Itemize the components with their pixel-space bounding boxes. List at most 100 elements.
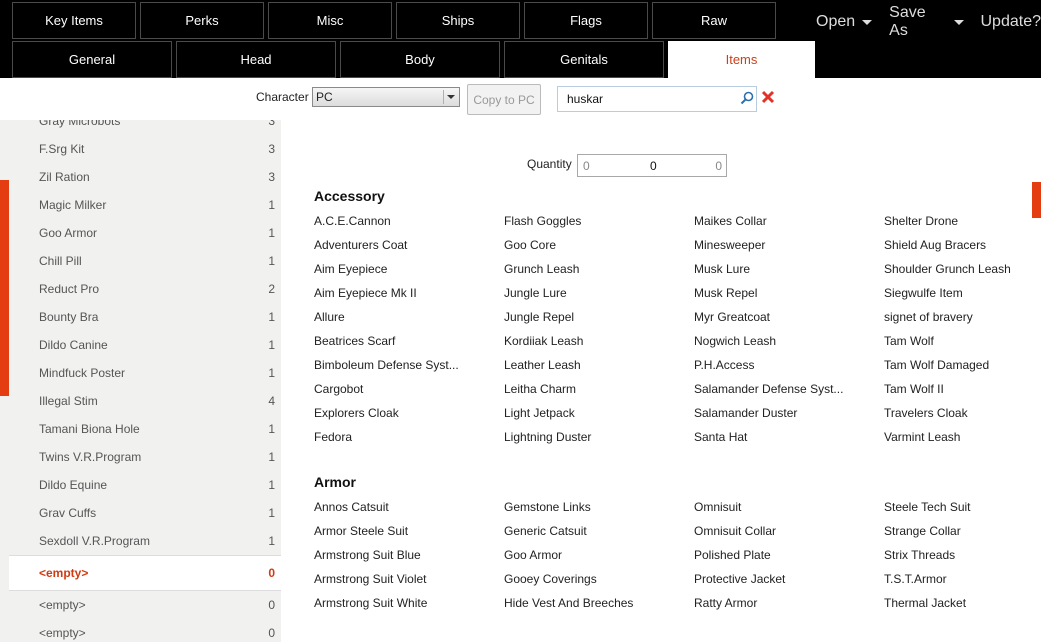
catalog-item[interactable]: P.H.Access: [694, 358, 754, 372]
catalog-item[interactable]: Armstrong Suit Violet: [314, 572, 427, 586]
catalog-item[interactable]: Leather Leash: [504, 358, 581, 372]
list-item[interactable]: Zil Ration 3: [9, 163, 281, 191]
catalog-item[interactable]: Jungle Repel: [504, 310, 574, 324]
catalog-item[interactable]: Annos Catsuit: [314, 500, 389, 514]
catalog-item[interactable]: Explorers Cloak: [314, 406, 399, 420]
list-item[interactable]: <empty> 0: [9, 591, 281, 619]
catalog-item[interactable]: Lightning Duster: [504, 430, 591, 444]
tab-raw[interactable]: Raw: [652, 2, 776, 39]
catalog-item[interactable]: Travelers Cloak: [884, 406, 968, 420]
tab-key-items[interactable]: Key Items: [12, 2, 136, 39]
tab-flags[interactable]: Flags: [524, 2, 648, 39]
catalog-item[interactable]: Myr Greatcoat: [694, 310, 770, 324]
catalog-item[interactable]: Bimboleum Defense Syst...: [314, 358, 459, 372]
catalog-item[interactable]: Aim Eyepiece Mk II: [314, 286, 417, 300]
list-item[interactable]: Bounty Bra 1: [9, 303, 281, 331]
list-item[interactable]: <empty> 0: [9, 555, 281, 591]
list-item[interactable]: Twins V.R.Program 1: [9, 443, 281, 471]
catalog-item[interactable]: Armor Steele Suit: [314, 524, 408, 538]
catalog-item[interactable]: Jungle Lure: [504, 286, 567, 300]
search-icon[interactable]: [740, 91, 754, 105]
catalog-item[interactable]: Musk Repel: [694, 286, 757, 300]
catalog-item[interactable]: Santa Hat: [694, 430, 747, 444]
tab-body[interactable]: Body: [340, 41, 500, 78]
quantity-stepper[interactable]: 0 0 0: [577, 154, 727, 177]
list-item[interactable]: Dildo Canine 1: [9, 331, 281, 359]
catalog-item[interactable]: Cargobot: [314, 382, 363, 396]
tab-items[interactable]: Items: [668, 41, 815, 78]
list-item[interactable]: Sexdoll V.R.Program 1: [9, 527, 281, 555]
catalog-item[interactable]: Gooey Coverings: [504, 572, 597, 586]
catalog-item[interactable]: Aim Eyepiece: [314, 262, 387, 276]
catalog-item[interactable]: Nogwich Leash: [694, 334, 776, 348]
list-item[interactable]: <empty> 0: [9, 619, 281, 642]
catalog-item[interactable]: Beatrices Scarf: [314, 334, 395, 348]
catalog-item[interactable]: Musk Lure: [694, 262, 750, 276]
catalog-item[interactable]: Tam Wolf II: [884, 382, 944, 396]
catalog-item[interactable]: Allure: [314, 310, 345, 324]
catalog-item[interactable]: Leitha Charm: [504, 382, 576, 396]
catalog-item[interactable]: Fedora: [314, 430, 352, 444]
list-item[interactable]: Mindfuck Poster 1: [9, 359, 281, 387]
catalog-item[interactable]: Armstrong Suit Blue: [314, 548, 421, 562]
catalog-item[interactable]: Omnisuit: [694, 500, 741, 514]
list-item[interactable]: Goo Armor 1: [9, 219, 281, 247]
catalog-item[interactable]: Salamander Defense Syst...: [694, 382, 843, 396]
list-item[interactable]: Illegal Stim 4: [9, 387, 281, 415]
clear-search-icon[interactable]: [760, 89, 776, 105]
catalog-item[interactable]: Minesweeper: [694, 238, 765, 252]
open-menu[interactable]: Open: [816, 4, 873, 40]
catalog-item[interactable]: Ratty Armor: [694, 596, 757, 610]
update-link[interactable]: Update?: [981, 4, 1041, 40]
list-item[interactable]: Chill Pill 1: [9, 247, 281, 275]
catalog-item[interactable]: Tam Wolf Damaged: [884, 358, 989, 372]
catalog-item[interactable]: Steele Tech Suit: [884, 500, 971, 514]
catalog-item[interactable]: Gemstone Links: [504, 500, 591, 514]
save-as-menu[interactable]: Save As: [889, 4, 964, 40]
catalog-item[interactable]: Varmint Leash: [884, 430, 960, 444]
catalog-item[interactable]: Maikes Collar: [694, 214, 767, 228]
tab-head[interactable]: Head: [176, 41, 336, 78]
catalog-item[interactable]: Protective Jacket: [694, 572, 785, 586]
tab-genitals[interactable]: Genitals: [504, 41, 664, 78]
character-select[interactable]: PC: [312, 87, 460, 107]
catalog-item[interactable]: Kordiiak Leash: [504, 334, 583, 348]
catalog-item[interactable]: Omnisuit Collar: [694, 524, 776, 538]
tab-perks[interactable]: Perks: [140, 2, 264, 39]
list-item[interactable]: Grav Cuffs 1: [9, 499, 281, 527]
item-search-input[interactable]: huskar: [557, 86, 757, 112]
catalog-item[interactable]: Goo Core: [504, 238, 556, 252]
list-item[interactable]: Reduct Pro 2: [9, 275, 281, 303]
catalog-item[interactable]: signet of bravery: [884, 310, 973, 324]
catalog-item[interactable]: Adventurers Coat: [314, 238, 407, 252]
catalog-item[interactable]: Shoulder Grunch Leash: [884, 262, 1011, 276]
list-item[interactable]: Tamani Biona Hole 1: [9, 415, 281, 443]
tab-general[interactable]: General: [12, 41, 172, 78]
catalog-item[interactable]: Polished Plate: [694, 548, 771, 562]
tab-misc[interactable]: Misc: [268, 2, 392, 39]
catalog-item[interactable]: T.S.T.Armor: [884, 572, 947, 586]
list-item[interactable]: Dildo Equine 1: [9, 471, 281, 499]
list-item[interactable]: Magic Milker 1: [9, 191, 281, 219]
catalog-item[interactable]: Siegwulfe Item: [884, 286, 963, 300]
catalog-item[interactable]: Grunch Leash: [504, 262, 579, 276]
catalog-scrollbar[interactable]: [1032, 182, 1041, 218]
catalog-item[interactable]: Salamander Duster: [694, 406, 797, 420]
catalog-item[interactable]: Strix Threads: [884, 548, 955, 562]
sidebar-scrollbar[interactable]: [0, 180, 9, 396]
catalog-item[interactable]: Tam Wolf: [884, 334, 934, 348]
catalog-item[interactable]: Shield Aug Bracers: [884, 238, 986, 252]
catalog-item[interactable]: Goo Armor: [504, 548, 562, 562]
catalog-item[interactable]: A.C.E.Cannon: [314, 214, 391, 228]
tab-ships[interactable]: Ships: [396, 2, 520, 39]
catalog-item[interactable]: Generic Catsuit: [504, 524, 587, 538]
catalog-item[interactable]: Shelter Drone: [884, 214, 958, 228]
catalog-item[interactable]: Flash Goggles: [504, 214, 581, 228]
catalog-item[interactable]: Light Jetpack: [504, 406, 575, 420]
catalog-item[interactable]: Armstrong Suit White: [314, 596, 427, 610]
copy-to-pc-button[interactable]: Copy to PC: [467, 84, 541, 115]
catalog-item[interactable]: Strange Collar: [884, 524, 961, 538]
list-item[interactable]: F.Srg Kit 3: [9, 135, 281, 163]
catalog-item[interactable]: Hide Vest And Breeches: [504, 596, 633, 610]
list-item[interactable]: Gray Microbots 3: [9, 120, 281, 135]
